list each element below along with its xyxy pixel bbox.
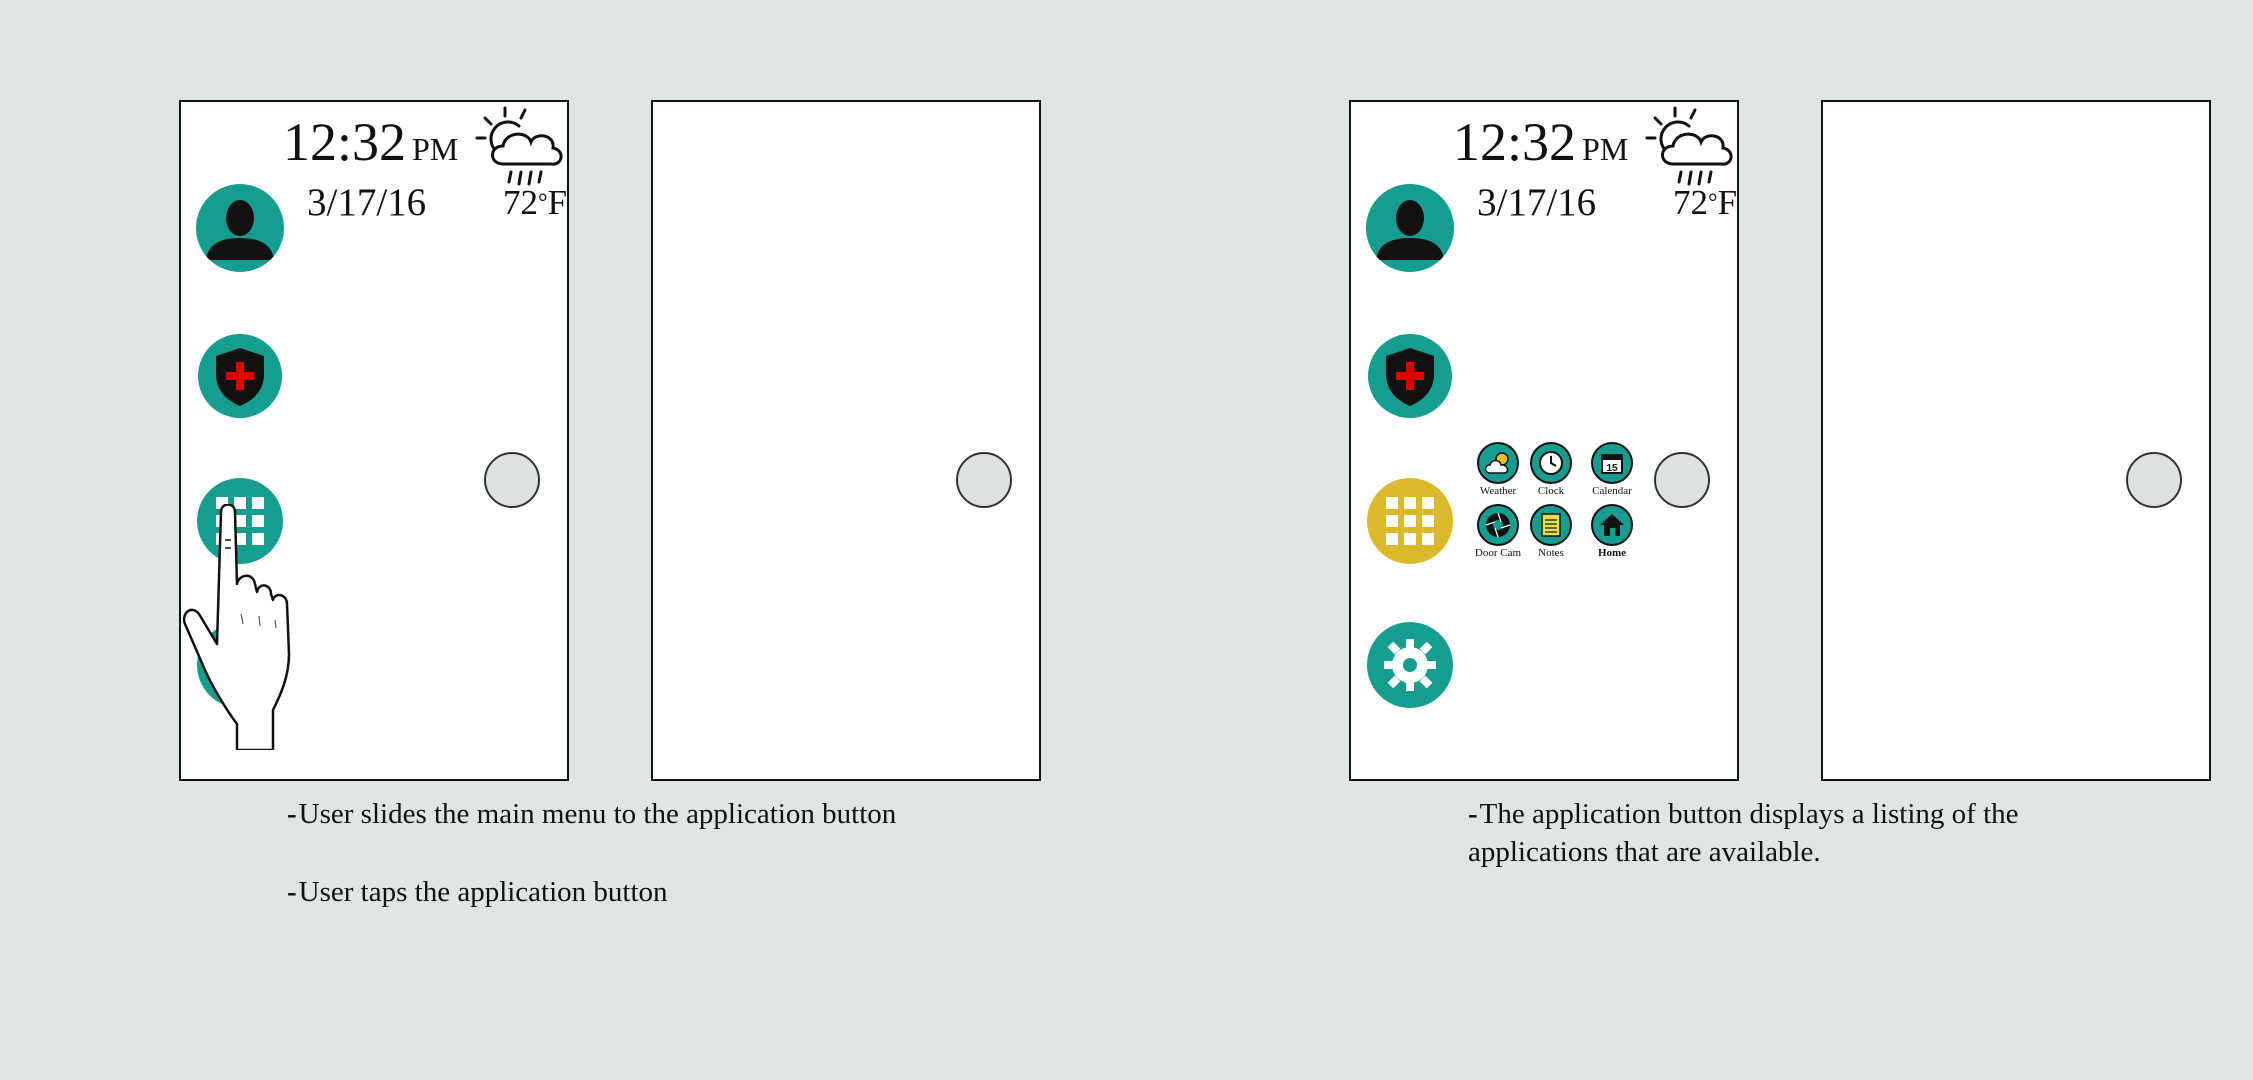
clock-icon [1530, 442, 1572, 484]
app-label: Weather [1479, 485, 1517, 497]
blank-screen-step2 [1821, 100, 2211, 781]
clock-time: 12:32 PM [283, 112, 459, 172]
app-label: Notes [1538, 547, 1564, 559]
camera-aperture-icon [1477, 504, 1519, 546]
home-button[interactable] [2126, 452, 2182, 508]
health-button[interactable] [1368, 334, 1452, 418]
home-button[interactable] [956, 452, 1012, 508]
grid-icon [1386, 497, 1434, 545]
app-weather[interactable]: Weather [1468, 442, 1528, 498]
caption-step2-listing: -The application button displays a listi… [1468, 798, 2019, 868]
notes-icon [1530, 504, 1572, 546]
shield-plus-icon [216, 348, 264, 406]
applications-button-active[interactable] [1367, 478, 1453, 564]
settings-button[interactable] [1367, 622, 1453, 708]
user-silhouette-icon [206, 200, 274, 260]
temperature-display: 72°F [1673, 183, 1738, 222]
tapping-hand-icon [182, 504, 291, 750]
app-calendar[interactable]: 15 Calendar [1584, 442, 1640, 498]
app-label: Door Cam [1474, 547, 1522, 559]
svg-text:15: 15 [1606, 463, 1618, 474]
user-profile-button[interactable] [196, 184, 284, 272]
app-label: Calendar [1592, 485, 1632, 497]
app-label: Home [1597, 547, 1627, 559]
caption-step1-slide: -User slides the main menu to the applic… [287, 798, 897, 830]
home-button[interactable] [1654, 452, 1710, 508]
date-display: 3/17/16 [1477, 181, 1597, 224]
date-display: 3/17/16 [307, 181, 427, 224]
app-home[interactable]: Home [1584, 504, 1640, 560]
app-notes[interactable]: Notes [1523, 504, 1579, 560]
calendar-icon: 15 [1591, 442, 1633, 484]
house-icon [1591, 504, 1633, 546]
app-label: Clock [1537, 485, 1565, 497]
blank-screen-step1 [651, 100, 1041, 781]
mockup-screen-step2: 12:32 PM 3/17/16 72°F Weather Clock 15 C… [1349, 100, 1739, 781]
weather-icon [1477, 442, 1519, 484]
clock-time: 12:32 PM [1453, 112, 1629, 172]
user-silhouette-icon [1376, 200, 1444, 260]
app-door-cam[interactable]: Door Cam [1468, 504, 1528, 560]
gear-icon [1384, 639, 1436, 691]
health-button[interactable] [198, 334, 282, 418]
app-clock[interactable]: Clock [1523, 442, 1579, 498]
caption-step1-tap: -User taps the application button [287, 876, 668, 908]
shield-plus-icon [1386, 348, 1434, 406]
mockup-screen-step1: 12:32 PM 3/17/16 72°F [179, 100, 569, 781]
home-button[interactable] [484, 452, 540, 508]
user-profile-button[interactable] [1366, 184, 1454, 272]
temperature-display: 72°F [503, 183, 568, 222]
